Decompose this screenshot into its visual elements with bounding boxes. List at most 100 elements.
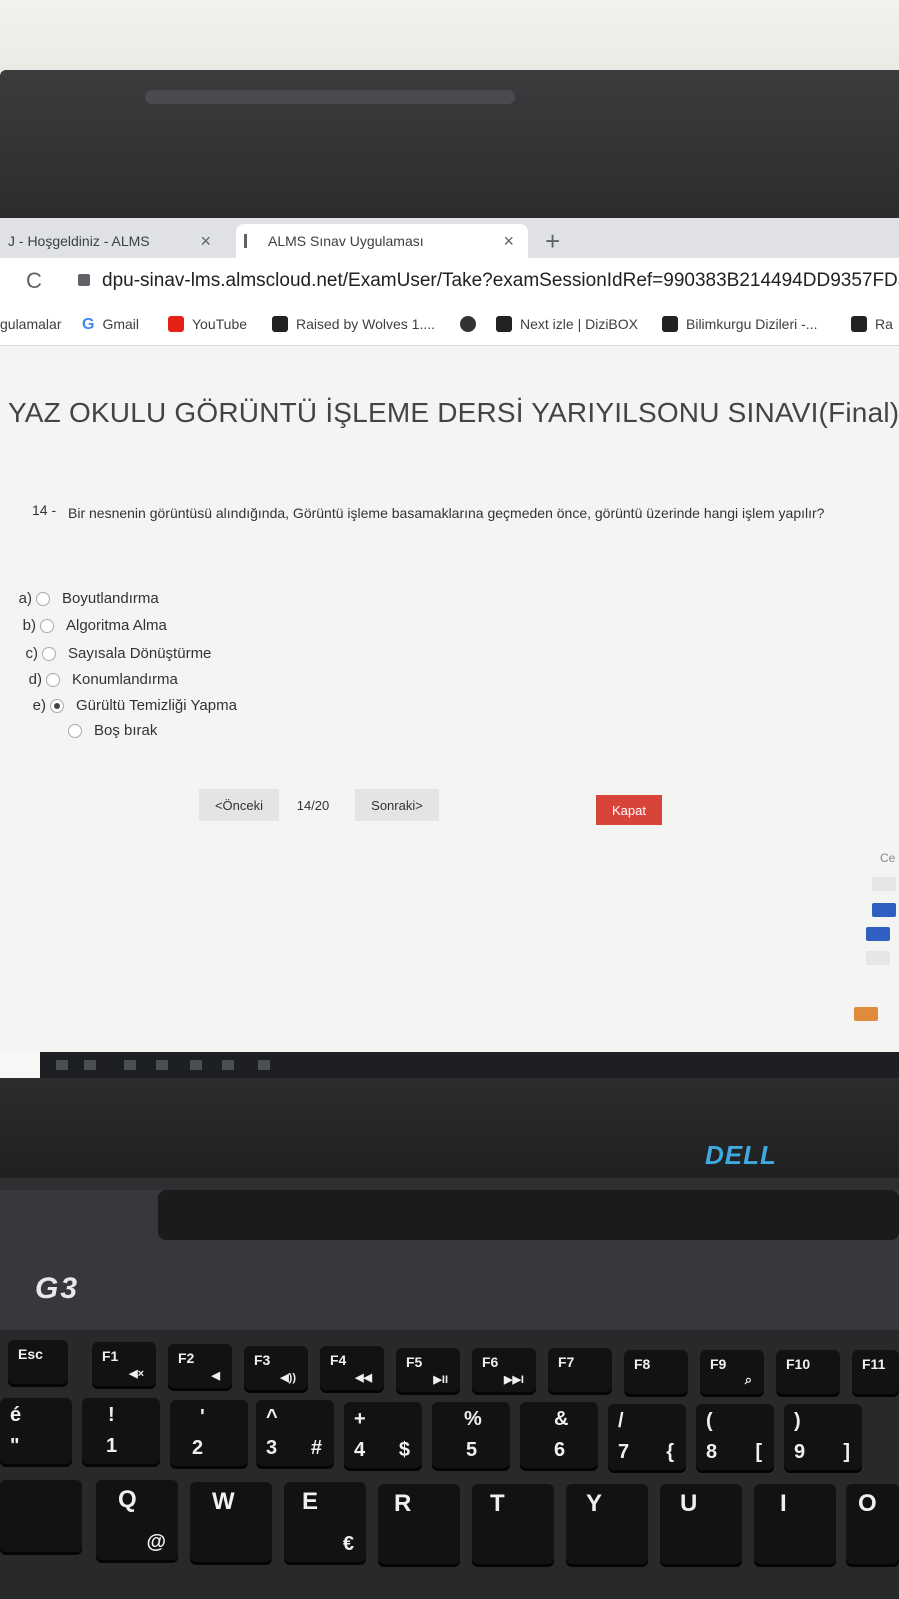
tab-hosgeldiniz[interactable]: J - Hoşgeldiniz - ALMS ×: [0, 224, 225, 258]
question-text: Bir nesnenin görüntüsü alındığında, Görü…: [68, 505, 825, 521]
question-cell[interactable]: [872, 903, 896, 917]
windows-taskbar: [40, 1052, 899, 1078]
key-t[interactable]: T: [472, 1484, 554, 1564]
option-b[interactable]: b) Algoritma Alma: [14, 617, 167, 634]
bookmark-bilimkurgu[interactable]: Bilimkurgu Dizileri -...: [662, 316, 817, 332]
key-7[interactable]: /7{: [608, 1404, 686, 1470]
close-exam-button[interactable]: Kapat: [596, 795, 662, 825]
bookmarks-bar: gulamalar G Gmail YouTube Raised by Wolv…: [0, 306, 899, 346]
radio-button[interactable]: [46, 672, 60, 687]
key-6[interactable]: & 6: [520, 1402, 598, 1468]
laptop-screen: J - Hoşgeldiniz - ALMS × ALMS Sınav Uygu…: [0, 218, 899, 1078]
key-f6[interactable]: F6 ▶▶I: [472, 1348, 536, 1392]
bookmark-gmail[interactable]: G Gmail: [82, 316, 139, 333]
key-r[interactable]: R: [378, 1484, 460, 1564]
bookmark-youtube[interactable]: YouTube: [168, 316, 247, 332]
laptop-hinge: [158, 1190, 899, 1240]
g3-logo: G3: [35, 1272, 80, 1305]
address-bar: C dpu-sinav-lms.almscloud.net/ExamUser/T…: [0, 258, 899, 306]
page-indicator: 14/20: [296, 797, 330, 813]
next-button[interactable]: Sonraki>: [355, 789, 439, 821]
tv-icon: [272, 316, 288, 332]
key-quote[interactable]: é ": [0, 1398, 72, 1464]
document-icon: [244, 234, 258, 248]
folder-icon[interactable]: [156, 1060, 168, 1070]
key-y[interactable]: Y: [566, 1484, 648, 1564]
key-e[interactable]: E €: [284, 1482, 366, 1562]
key-f5[interactable]: F5 ▶II: [396, 1348, 460, 1392]
key-f10[interactable]: F10: [776, 1350, 840, 1394]
bookmark-globe[interactable]: [460, 316, 484, 332]
lock-icon[interactable]: [78, 274, 90, 286]
navigator-label: Ce: [880, 851, 896, 865]
radio-button[interactable]: [40, 618, 54, 633]
radio-button[interactable]: [36, 591, 50, 606]
key-o[interactable]: O: [846, 1484, 899, 1564]
option-a[interactable]: a) Boyutlandırma: [10, 590, 159, 607]
previous-button[interactable]: <Önceki: [199, 789, 279, 821]
tv-icon: [851, 316, 867, 332]
question-cell[interactable]: [872, 877, 896, 891]
key-4[interactable]: +4 $: [344, 1402, 422, 1468]
close-tab-icon[interactable]: ×: [503, 231, 514, 252]
youtube-icon: [168, 316, 184, 332]
browser-icon[interactable]: [222, 1060, 234, 1070]
key-9[interactable]: ) 9]: [784, 1404, 862, 1470]
key-f4[interactable]: F4 ◀◀: [320, 1346, 384, 1390]
option-e[interactable]: e) Gürültü Temizliği Yapma: [24, 697, 237, 714]
bookmark-apps[interactable]: gulamalar: [0, 316, 61, 332]
tab-label: ALMS Sınav Uygulaması: [268, 233, 424, 249]
tv-icon: [496, 316, 512, 332]
key-f2[interactable]: F2 ◀: [168, 1344, 232, 1388]
question-navigator: Ce: [854, 827, 899, 1027]
key-f11[interactable]: F11: [852, 1350, 899, 1394]
windows-start-icon[interactable]: [56, 1060, 68, 1070]
bookmark-ra[interactable]: Ra: [851, 316, 893, 332]
keyboard: Esc F1 ◀× F2 ◀ F3 ◀)) F4 ◀◀ F5 ▶II F6 ▶▶I F7 F…: [0, 1330, 899, 1599]
key-tab[interactable]: [0, 1480, 82, 1552]
exam-title: YAZ OKULU GÖRÜNTÜ İŞLEME DERSİ YARIYILSO…: [8, 397, 899, 428]
exam-page: YAZ OKULU GÖRÜNTÜ İŞLEME DERSİ YARIYILSO…: [0, 347, 899, 1052]
key-f7[interactable]: F7: [548, 1348, 612, 1392]
key-i[interactable]: I: [754, 1484, 836, 1564]
key-1[interactable]: ! 1: [82, 1398, 160, 1464]
radio-button[interactable]: [68, 723, 82, 738]
key-2[interactable]: ' 2: [170, 1400, 248, 1466]
option-c[interactable]: c) Sayısala Dönüştürme: [16, 645, 212, 662]
url-field[interactable]: dpu-sinav-lms.almscloud.net/ExamUser/Tak…: [102, 270, 899, 292]
question-cell[interactable]: [866, 951, 890, 965]
option-skip[interactable]: Boş bırak: [42, 722, 157, 739]
close-tab-icon[interactable]: ×: [200, 231, 211, 252]
key-3[interactable]: ^ 3 #: [256, 1400, 334, 1466]
globe-icon: [460, 316, 476, 332]
radio-button[interactable]: [42, 646, 56, 661]
tab-label: J - Hoşgeldiniz - ALMS: [8, 233, 150, 249]
question-number: 14 -: [32, 502, 57, 518]
app-icon[interactable]: [258, 1060, 270, 1070]
reload-icon[interactable]: C: [26, 268, 42, 294]
new-tab-button[interactable]: +: [545, 226, 560, 257]
key-esc[interactable]: Esc: [8, 1340, 68, 1384]
tab-alms-sinav[interactable]: ALMS Sınav Uygulaması ×: [236, 224, 528, 258]
option-d[interactable]: d) Konumlandırma: [20, 671, 178, 688]
key-f9[interactable]: F9 ⌕: [700, 1350, 764, 1394]
question-cell[interactable]: [866, 927, 890, 941]
bookmark-raised-by-wolves[interactable]: Raised by Wolves 1....: [272, 316, 435, 332]
key-5[interactable]: % 5: [432, 1402, 510, 1468]
task-view-icon[interactable]: [84, 1060, 96, 1070]
question-cell[interactable]: [854, 1007, 878, 1021]
tv-icon: [662, 316, 678, 332]
webcam-strip: [145, 90, 515, 104]
edge-icon[interactable]: [190, 1060, 202, 1070]
key-u[interactable]: U: [660, 1484, 742, 1564]
key-f8[interactable]: F8: [624, 1350, 688, 1394]
store-icon[interactable]: [124, 1060, 136, 1070]
key-f1[interactable]: F1 ◀×: [92, 1342, 156, 1386]
key-f3[interactable]: F3 ◀)): [244, 1346, 308, 1390]
photo-scene: J - Hoşgeldiniz - ALMS × ALMS Sınav Uygu…: [0, 0, 899, 1599]
bookmark-dizibox[interactable]: Next izle | DiziBOX: [496, 316, 638, 332]
radio-button-selected[interactable]: [50, 698, 64, 713]
key-8[interactable]: (8[: [696, 1404, 774, 1470]
key-q[interactable]: Q @: [96, 1480, 178, 1560]
key-w[interactable]: W: [190, 1482, 272, 1562]
